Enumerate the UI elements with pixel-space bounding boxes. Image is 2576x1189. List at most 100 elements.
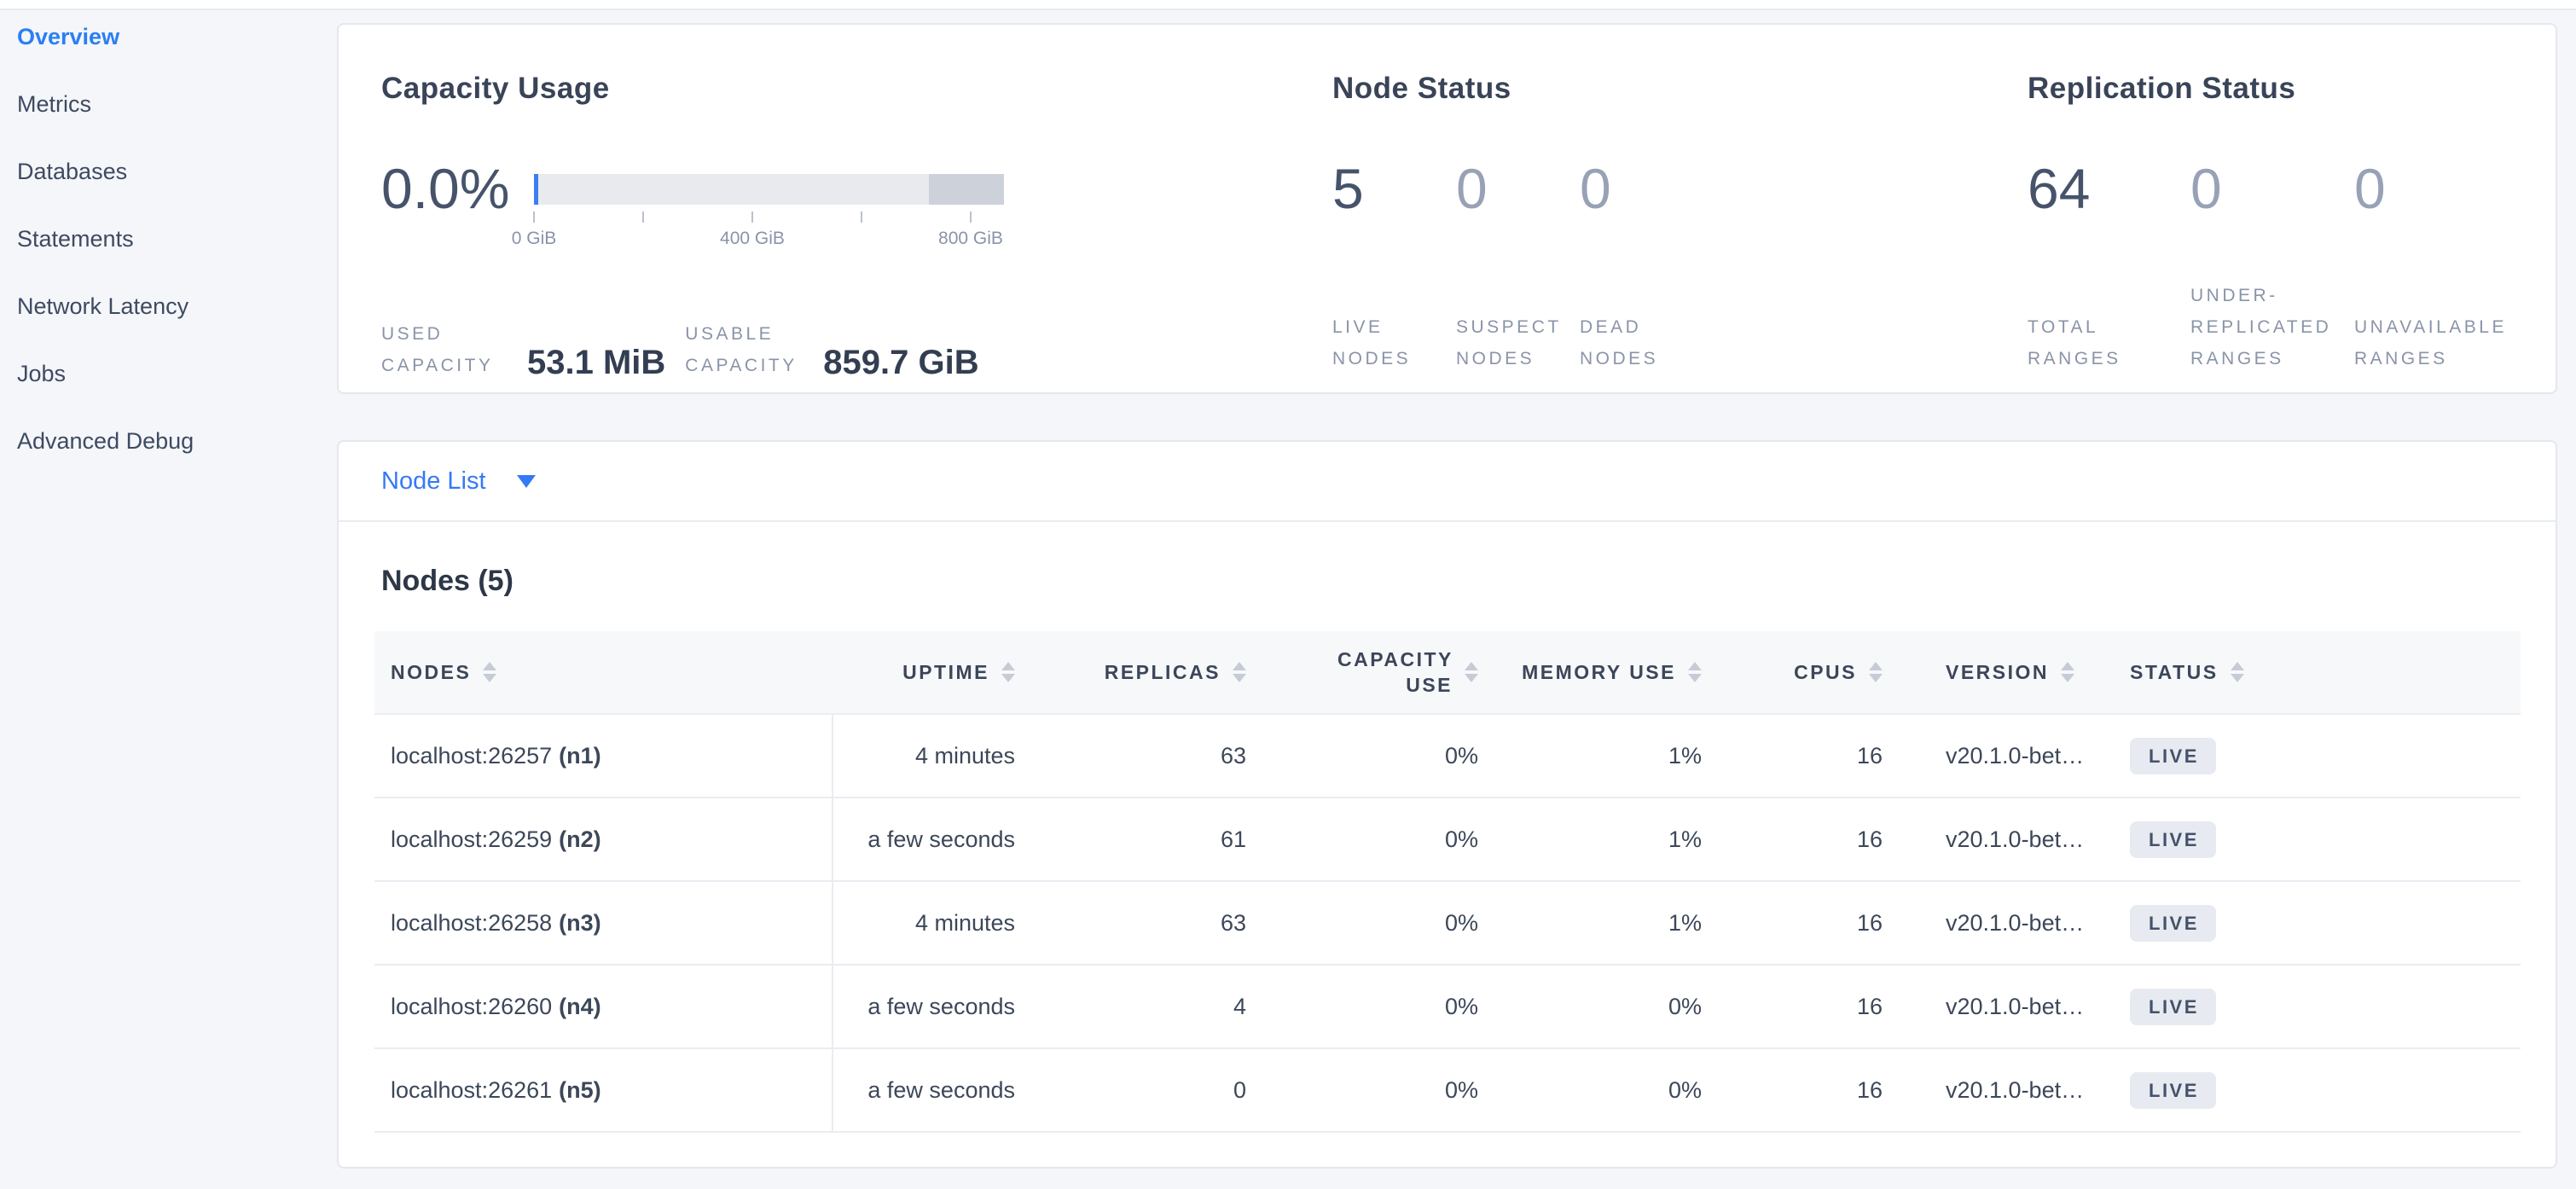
under-replicated-ranges-stat: 0 UNDER-REPLICATED RANGES (2190, 154, 2354, 374)
memory-use-cell: 1% (1495, 882, 1719, 964)
version-text: v20.1.0-bet… (1946, 994, 2084, 1020)
status-badge: LIVE (2130, 738, 2216, 774)
header-replicas[interactable]: REPLICAS (1032, 631, 1263, 713)
replicas-cell: 4 (1032, 966, 1263, 1047)
usable-capacity-label: USABLE CAPACITY (685, 318, 823, 381)
memory-use-cell: 0% (1495, 966, 1719, 1047)
unavailable-ranges-value: 0 (2354, 154, 2567, 223)
top-bar (0, 0, 2576, 10)
sort-icon (1465, 662, 1478, 682)
capacity-use-cell: 0% (1263, 1049, 1495, 1131)
live-nodes-value: 5 (1332, 154, 1456, 223)
sort-icon (2231, 662, 2244, 682)
node-name: (n3) (559, 910, 601, 937)
chevron-down-icon (517, 475, 536, 488)
header-memory-use-label: MEMORY USE (1522, 659, 1676, 685)
replicas-cell: 63 (1032, 715, 1263, 797)
usable-capacity-stat: USABLE CAPACITY 859.7 GiB (685, 318, 978, 381)
version-cell: v20.1.0-bet… (1900, 882, 2109, 964)
dead-nodes-value: 0 (1580, 154, 1703, 223)
status-cell: LIVE (2109, 966, 2521, 1047)
sidebar-item-statements[interactable]: Statements (17, 206, 333, 273)
node-address-link[interactable]: localhost:26257 (391, 743, 552, 769)
node-list-dropdown[interactable]: Node List (339, 442, 2556, 522)
version-cell: v20.1.0-bet… (1900, 798, 2109, 880)
status-badge: LIVE (2130, 989, 2216, 1025)
live-nodes-label: LIVE NODES (1332, 311, 1448, 374)
header-status[interactable]: STATUS (2109, 631, 2521, 713)
header-nodes[interactable]: NODES (374, 631, 833, 713)
header-memory-use[interactable]: MEMORY USE (1495, 631, 1719, 713)
nodes-table: NODES UPTIME REPLICAS CAPACITY USE MEMOR… (374, 631, 2521, 1133)
capacity-bar-dark-segment (929, 174, 1004, 205)
suspect-nodes-stat: 0 SUSPECT NODES (1456, 154, 1580, 374)
nodes-table-header: NODES UPTIME REPLICAS CAPACITY USE MEMOR… (374, 631, 2521, 715)
header-nodes-label: NODES (391, 659, 471, 685)
sidebar-item-overview[interactable]: Overview (17, 3, 333, 71)
sidebar-item-network-latency[interactable]: Network Latency (17, 273, 333, 340)
node-address-link[interactable]: localhost:26259 (391, 826, 552, 853)
node-list-dropdown-label[interactable]: Node List (381, 467, 486, 496)
memory-use-cell: 1% (1495, 798, 1719, 880)
sidebar-item-databases[interactable]: Databases (17, 138, 333, 206)
header-version[interactable]: VERSION (1900, 631, 2109, 713)
replicas-cell: 63 (1032, 882, 1263, 964)
table-row: localhost:26257 (n1) 4 minutes 63 0% 1% … (374, 715, 2521, 798)
memory-use-cell: 1% (1495, 715, 1719, 797)
table-row: localhost:26258 (n3) 4 minutes 63 0% 1% … (374, 882, 2521, 966)
node-status-title: Node Status (1332, 72, 1511, 106)
status-badge: LIVE (2130, 821, 2216, 858)
node-address-link[interactable]: localhost:26261 (391, 1077, 552, 1104)
cpus-cell: 16 (1719, 882, 1900, 964)
node-address-link[interactable]: localhost:26260 (391, 994, 552, 1020)
sidebar-item-metrics[interactable]: Metrics (17, 71, 333, 138)
capacity-axis-ticks (534, 212, 971, 223)
status-badge: LIVE (2130, 905, 2216, 942)
header-cpus-label: CPUS (1794, 659, 1857, 685)
node-list-card: Node List Nodes (5) NODES UPTIME REPLICA… (337, 440, 2557, 1169)
capacity-usage-section: Capacity Usage 0.0% 0 GiB 400 GiB 800 Gi… (381, 25, 1320, 392)
usable-capacity-value: 859.7 GiB (823, 344, 978, 381)
header-replicas-label: REPLICAS (1105, 659, 1221, 685)
sort-icon (483, 662, 496, 682)
cpus-cell: 16 (1719, 715, 1900, 797)
unavailable-ranges-label: UNAVAILABLE RANGES (2354, 311, 2555, 374)
sort-icon (2061, 662, 2074, 682)
header-uptime[interactable]: UPTIME (833, 631, 1032, 713)
axis-label-800: 800 GiB (938, 229, 1003, 249)
header-cpus[interactable]: CPUS (1719, 631, 1900, 713)
capacity-use-cell: 0% (1263, 882, 1495, 964)
live-nodes-stat: 5 LIVE NODES (1332, 154, 1456, 374)
table-row: localhost:26259 (n2) a few seconds 61 0%… (374, 798, 2521, 882)
capacity-stats: USED CAPACITY 53.1 MiB USABLE CAPACITY 8… (381, 318, 979, 381)
node-status-section: Node Status 5 LIVE NODES 0 SUSPECT NODES… (1332, 25, 1981, 392)
node-address-link[interactable]: localhost:26258 (391, 910, 552, 937)
status-cell: LIVE (2109, 1049, 2521, 1131)
version-text: v20.1.0-bet… (1946, 910, 2084, 937)
used-capacity-label: USED CAPACITY (381, 318, 527, 381)
sidebar-item-advanced-debug[interactable]: Advanced Debug (17, 408, 333, 475)
dead-nodes-stat: 0 DEAD NODES (1580, 154, 1703, 374)
uptime-cell: a few seconds (833, 798, 1032, 880)
version-text: v20.1.0-bet… (1946, 1077, 2084, 1104)
uptime-cell: a few seconds (833, 966, 1032, 1047)
cpus-cell: 16 (1719, 966, 1900, 1047)
capacity-use-cell: 0% (1263, 966, 1495, 1047)
sort-icon (1233, 662, 1246, 682)
memory-use-cell: 0% (1495, 1049, 1719, 1131)
replication-status-stats: 64 TOTAL RANGES 0 UNDER-REPLICATED RANGE… (2028, 154, 2567, 374)
node-cell: localhost:26259 (n2) (374, 798, 833, 880)
header-capacity-use[interactable]: CAPACITY USE (1263, 631, 1495, 713)
capacity-use-cell: 0% (1263, 715, 1495, 797)
node-cell: localhost:26261 (n5) (374, 1049, 833, 1131)
under-replicated-ranges-label: UNDER-REPLICATED RANGES (2190, 280, 2354, 374)
table-row: localhost:26261 (n5) a few seconds 0 0% … (374, 1049, 2521, 1133)
used-capacity-value: 53.1 MiB (527, 344, 665, 381)
capacity-percent: 0.0% (381, 154, 509, 223)
version-cell: v20.1.0-bet… (1900, 966, 2109, 1047)
total-ranges-label: TOTAL RANGES (2028, 311, 2160, 374)
sidebar-item-jobs[interactable]: Jobs (17, 340, 333, 408)
nodes-table-title: Nodes (5) (381, 565, 513, 598)
header-uptime-label: UPTIME (902, 659, 989, 685)
node-name: (n2) (559, 826, 601, 853)
